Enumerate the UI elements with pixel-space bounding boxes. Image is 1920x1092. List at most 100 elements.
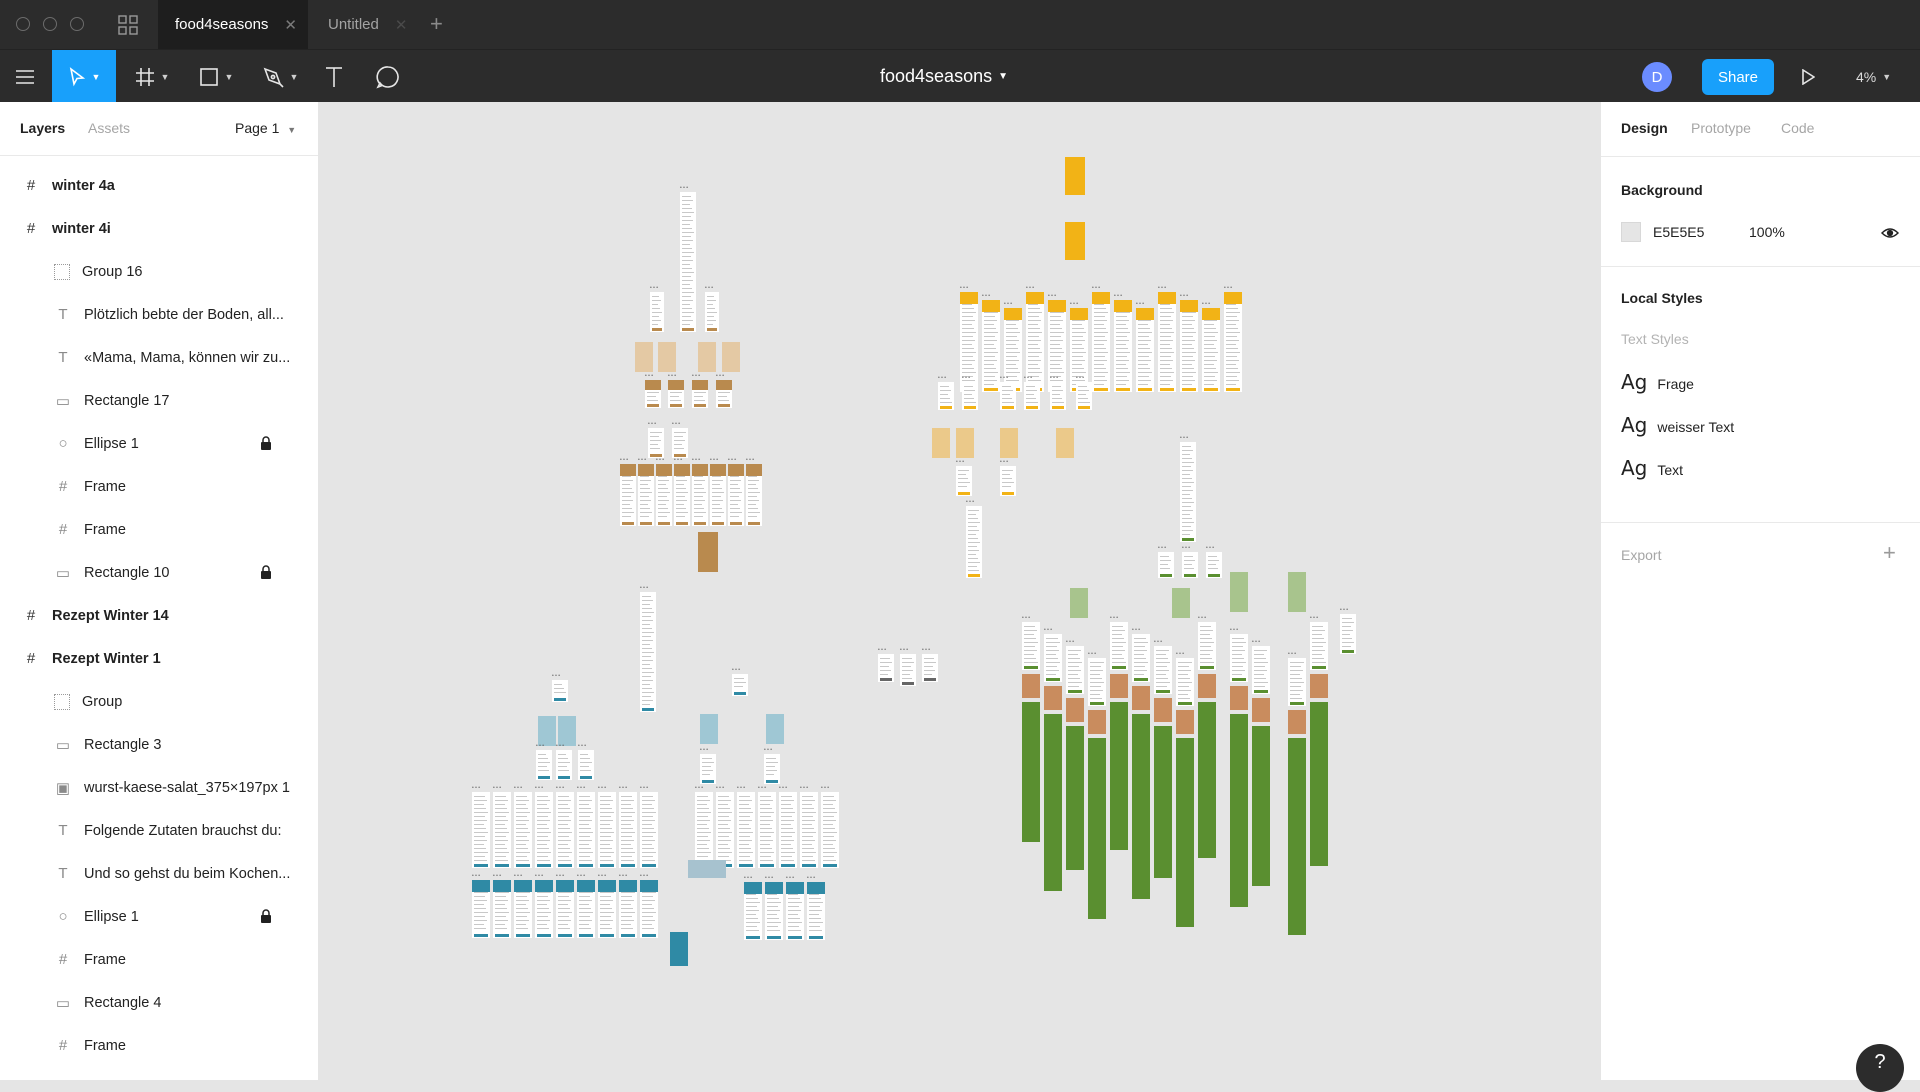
layer-row[interactable]: ▭ Rectangle 4 [0, 981, 318, 1024]
artboard-footer[interactable] [1160, 388, 1174, 391]
artboard-thumbnail[interactable] [1288, 710, 1306, 734]
artboard-footer[interactable] [642, 934, 656, 937]
lock-icon[interactable] [260, 436, 272, 450]
artboard-footer[interactable] [712, 522, 724, 525]
artboard-header[interactable] [656, 464, 672, 476]
artboard-footer[interactable] [694, 522, 706, 525]
artboard-header[interactable] [674, 464, 690, 476]
artboard-footer[interactable] [1002, 406, 1014, 409]
layer-row[interactable]: Group 7 [0, 1067, 318, 1080]
tab-layers[interactable]: Layers [20, 120, 65, 136]
artboard-header[interactable] [1048, 300, 1066, 312]
artboard-footer[interactable] [682, 328, 694, 331]
share-button[interactable]: Share [1702, 59, 1774, 95]
artboard-footer[interactable] [537, 934, 551, 937]
layer-row[interactable]: # Rezept Winter 1 [0, 637, 318, 680]
frame-tool-button[interactable]: ▼ [128, 50, 176, 103]
tab-assets[interactable]: Assets [88, 120, 130, 136]
maximize-window-button[interactable] [70, 17, 84, 31]
artboard-header[interactable] [619, 880, 637, 892]
layer-row[interactable]: T Folgende Zutaten brauchst du: [0, 809, 318, 852]
artboard-footer[interactable] [558, 864, 572, 867]
lock-icon[interactable] [260, 909, 272, 923]
artboard-footer[interactable] [1046, 678, 1060, 681]
artboard-footer[interactable] [748, 522, 760, 525]
artboard-thumbnail[interactable] [688, 860, 726, 878]
layer-row[interactable]: T Und so gehst du beim Kochen... [0, 852, 318, 895]
artboard-thumbnail[interactable] [1065, 222, 1085, 260]
artboard-footer[interactable] [984, 388, 998, 391]
layer-row[interactable]: # Rezept Winter 14 [0, 594, 318, 637]
layer-row[interactable]: T «Mama, Mama, können wir zu... [0, 336, 318, 379]
artboard-footer[interactable] [580, 776, 592, 779]
layer-row[interactable]: # Frame [0, 938, 318, 981]
artboard-footer[interactable] [1112, 666, 1126, 669]
add-export-plus-icon[interactable]: + [1883, 540, 1896, 566]
artboard-thumbnail[interactable] [1056, 428, 1074, 458]
artboard-footer[interactable] [516, 864, 530, 867]
artboard-footer[interactable] [802, 864, 816, 867]
page-selector[interactable]: Page 1 ▼ [235, 120, 296, 136]
artboard-thumbnail[interactable] [766, 714, 784, 744]
artboard-header[interactable] [1026, 292, 1044, 304]
text-style-frage[interactable]: Ag Frage [1621, 370, 1694, 394]
artboard-thumbnail[interactable] [956, 428, 974, 458]
layer-row[interactable]: ▭ Rectangle 3 [0, 723, 318, 766]
artboard-header[interactable] [692, 380, 708, 390]
artboard-thumbnail[interactable] [1088, 710, 1106, 734]
close-tab-icon[interactable]: ✕ [395, 16, 408, 34]
artboard-header[interactable] [716, 380, 732, 390]
artboard-footer[interactable] [964, 406, 976, 409]
close-window-button[interactable] [16, 17, 30, 31]
artboard-footer[interactable] [670, 404, 682, 407]
artboard-footer[interactable] [1002, 492, 1014, 495]
artboard-thumbnail[interactable] [1000, 428, 1018, 458]
layer-row[interactable]: ▣ wurst-kaese-salat_375×197px 1 [0, 766, 318, 809]
artboard-footer[interactable] [823, 864, 837, 867]
artboard-footer[interactable] [621, 934, 635, 937]
artboard-thumbnail[interactable] [1172, 588, 1190, 618]
artboard-footer[interactable] [730, 522, 742, 525]
tab-prototype[interactable]: Prototype [1691, 120, 1751, 136]
artboard-thumbnail[interactable] [1310, 702, 1328, 866]
artboard-thumbnail[interactable] [1044, 686, 1062, 710]
artboard-footer[interactable] [767, 936, 781, 939]
artboard-footer[interactable] [1156, 690, 1170, 693]
layer-row[interactable]: ▭ Rectangle 10 [0, 551, 318, 594]
background-color-swatch[interactable] [1621, 222, 1641, 242]
artboard-thumbnail[interactable] [722, 342, 740, 372]
layer-row[interactable]: Group 16 [0, 250, 318, 293]
artboard-header[interactable] [598, 880, 616, 892]
artboard-thumbnail[interactable] [1230, 714, 1248, 907]
artboard-thumbnail[interactable] [538, 716, 556, 746]
artboard-thumbnail[interactable] [1288, 738, 1306, 935]
artboard-footer[interactable] [1138, 388, 1152, 391]
artboard-footer[interactable] [924, 678, 936, 681]
artboard-footer[interactable] [1254, 690, 1268, 693]
artboard-footer[interactable] [1184, 574, 1196, 577]
comment-tool-button[interactable] [372, 50, 404, 103]
artboard-thumbnail[interactable] [1252, 698, 1270, 722]
artboard-thumbnail[interactable] [658, 342, 676, 372]
artboard-thumbnail[interactable] [1230, 686, 1248, 710]
artboard-footer[interactable] [766, 780, 778, 783]
artboard-thumbnail[interactable] [1132, 686, 1150, 710]
zoom-dropdown[interactable]: 4% ▼ [1856, 50, 1891, 103]
layer-row[interactable]: ▭ Rectangle 17 [0, 379, 318, 422]
artboard-thumbnail[interactable] [1044, 714, 1062, 891]
artboard-thumbnail[interactable] [1252, 726, 1270, 886]
artboard-thumbnail[interactable] [982, 300, 1000, 392]
artboard-footer[interactable] [702, 780, 714, 783]
help-button[interactable]: ? [1856, 1044, 1904, 1092]
text-style-text[interactable]: Ag Text [1621, 456, 1683, 480]
minimize-window-button[interactable] [43, 17, 57, 31]
artboard-header[interactable] [493, 880, 511, 892]
artboard-thumbnail[interactable] [1288, 572, 1306, 612]
artboard-footer[interactable] [1116, 388, 1130, 391]
artboard-header[interactable] [746, 464, 762, 476]
artboard-footer[interactable] [1134, 678, 1148, 681]
tab-food4seasons[interactable]: food4seasons ✕ [158, 0, 308, 49]
artboard-footer[interactable] [1068, 690, 1082, 693]
artboard-header[interactable] [620, 464, 636, 476]
artboard-header[interactable] [728, 464, 744, 476]
